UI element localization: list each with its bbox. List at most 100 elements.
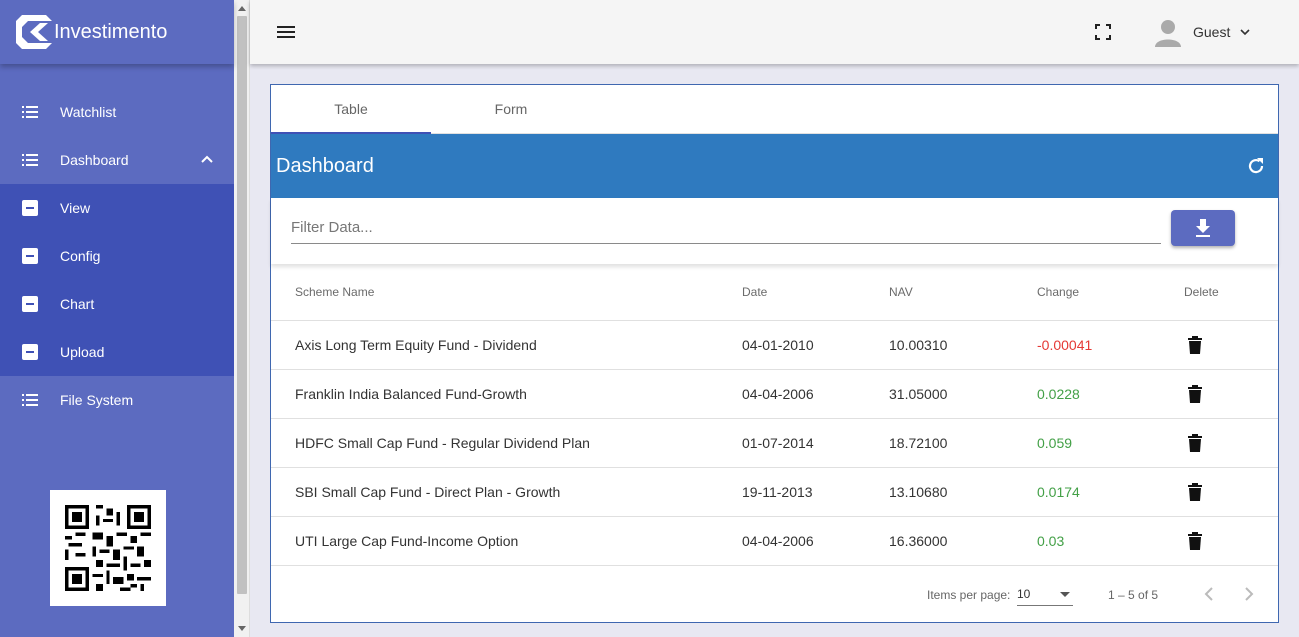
topbar: Guest xyxy=(250,0,1299,64)
fullscreen-icon[interactable] xyxy=(1095,24,1111,40)
column-header-delete: Delete xyxy=(1184,264,1278,321)
download-icon xyxy=(1196,219,1210,237)
cell-scheme-name: HDFC Small Cap Fund - Regular Dividend P… xyxy=(271,418,742,468)
brand[interactable]: Investimento xyxy=(0,0,234,64)
column-header-nav[interactable]: NAV xyxy=(889,264,1037,321)
user-name: Guest xyxy=(1193,24,1231,40)
dashboard-card: Table Form Dashboard Scheme Name Date NA… xyxy=(270,84,1279,623)
scroll-down-arrow[interactable] xyxy=(238,626,246,631)
cell-scheme-name: SBI Small Cap Fund - Direct Plan - Growt… xyxy=(271,467,742,517)
cell-scheme-name: Franklin India Balanced Fund-Growth xyxy=(271,369,742,419)
chevron-left-icon[interactable] xyxy=(1203,586,1215,602)
list-icon xyxy=(22,394,40,406)
trash-icon[interactable] xyxy=(1188,335,1202,354)
column-header-scheme-name[interactable]: Scheme Name xyxy=(271,264,742,321)
list-icon xyxy=(22,106,40,118)
cell-change: 0.0228 xyxy=(1037,369,1184,419)
logo-icon xyxy=(16,15,52,49)
table-header-row: Scheme Name Date NAV Change Delete xyxy=(271,264,1278,321)
sidebar-item-label: Config xyxy=(60,248,101,264)
sidebar-scrollbar[interactable] xyxy=(234,0,250,637)
cell-nav: 16.36000 xyxy=(889,516,1037,566)
sidebar-item-chart[interactable]: Chart xyxy=(0,280,234,328)
cell-date: 01-07-2014 xyxy=(742,418,889,468)
table-row: HDFC Small Cap Fund - Regular Dividend P… xyxy=(271,418,1278,468)
sidebar: Investimento Watchlist Dashboard View Co… xyxy=(0,0,234,637)
cell-change: 0.0174 xyxy=(1037,467,1184,517)
cell-date: 19-11-2013 xyxy=(742,467,889,517)
page-size-select[interactable]: 10 xyxy=(1017,586,1073,606)
table-row: UTI Large Cap Fund-Income Option 04-04-2… xyxy=(271,516,1278,566)
sidebar-item-label: Watchlist xyxy=(60,104,117,120)
cell-change: 0.03 xyxy=(1037,516,1184,566)
cell-nav: 31.05000 xyxy=(889,369,1037,419)
tab-table[interactable]: Table xyxy=(271,85,431,134)
minus-box-icon xyxy=(22,200,40,216)
dashboard-submenu: View Config Chart Upload xyxy=(0,184,234,376)
trash-icon[interactable] xyxy=(1188,384,1202,403)
minus-box-icon xyxy=(22,296,40,312)
sidebar-item-watchlist[interactable]: Watchlist xyxy=(0,88,234,136)
cell-change: 0.059 xyxy=(1037,418,1184,468)
scroll-thumb[interactable] xyxy=(237,16,247,594)
cell-change: -0.00041 xyxy=(1037,320,1184,370)
minus-box-icon xyxy=(22,248,40,264)
cell-date: 04-04-2006 xyxy=(742,516,889,566)
avatar-icon xyxy=(1155,20,1181,47)
minus-box-icon xyxy=(22,344,40,360)
table-row: Franklin India Balanced Fund-Growth 04-0… xyxy=(271,369,1278,419)
page-size-value: 10 xyxy=(1017,587,1031,601)
qr-code xyxy=(50,490,166,606)
filter-row xyxy=(271,198,1278,264)
table-row: SBI Small Cap Fund - Direct Plan - Growt… xyxy=(271,467,1278,517)
sidebar-item-label: Dashboard xyxy=(60,152,129,168)
cell-delete xyxy=(1184,320,1278,370)
items-per-page-label: Items per page: xyxy=(927,588,1011,602)
scroll-up-arrow[interactable] xyxy=(238,6,246,11)
sidebar-item-config[interactable]: Config xyxy=(0,232,234,280)
chevron-up-icon[interactable] xyxy=(200,152,214,166)
column-header-change[interactable]: Change xyxy=(1037,264,1184,321)
sidebar-item-view[interactable]: View xyxy=(0,184,234,232)
cell-nav: 13.10680 xyxy=(889,467,1037,517)
sidebar-item-label: File System xyxy=(60,392,134,408)
cell-delete xyxy=(1184,467,1278,517)
tab-bar: Table Form xyxy=(271,85,1278,134)
cell-nav: 18.72100 xyxy=(889,418,1037,468)
trash-icon[interactable] xyxy=(1188,531,1202,550)
cell-date: 04-04-2006 xyxy=(742,369,889,419)
page-range-label: 1 – 5 of 5 xyxy=(1108,588,1159,602)
dashboard-header: Dashboard xyxy=(271,134,1278,198)
sidebar-item-label: View xyxy=(60,200,91,216)
cell-delete xyxy=(1184,516,1278,566)
cell-delete xyxy=(1184,418,1278,468)
table-row: Axis Long Term Equity Fund - Dividend 04… xyxy=(271,320,1278,370)
column-header-date[interactable]: Date xyxy=(742,264,889,321)
page-title: Dashboard xyxy=(276,154,374,177)
cell-scheme-name: UTI Large Cap Fund-Income Option xyxy=(271,516,742,566)
list-icon xyxy=(22,154,40,166)
dropdown-caret-icon xyxy=(1060,592,1070,597)
chevron-down-icon xyxy=(1240,29,1250,36)
sidebar-item-upload[interactable]: Upload xyxy=(0,328,234,376)
chevron-right-icon[interactable] xyxy=(1243,586,1255,602)
brand-name: Investimento xyxy=(54,20,168,43)
user-menu[interactable]: Guest xyxy=(1153,16,1250,48)
cell-nav: 10.00310 xyxy=(889,320,1037,370)
trash-icon[interactable] xyxy=(1188,433,1202,452)
sidebar-item-file-system[interactable]: File System xyxy=(0,376,234,424)
trash-icon[interactable] xyxy=(1188,482,1202,501)
filter-input[interactable] xyxy=(291,212,1161,244)
sidebar-item-label: Chart xyxy=(60,296,95,312)
cell-date: 04-01-2010 xyxy=(742,320,889,370)
cell-delete xyxy=(1184,369,1278,419)
cell-scheme-name: Axis Long Term Equity Fund - Dividend xyxy=(271,320,742,370)
tab-form[interactable]: Form xyxy=(431,85,591,133)
sidebar-nav: Watchlist Dashboard View Config Chart Up… xyxy=(0,88,234,424)
sidebar-item-label: Upload xyxy=(60,344,105,360)
download-button[interactable] xyxy=(1171,210,1235,246)
refresh-icon[interactable] xyxy=(1246,156,1266,176)
sidebar-item-dashboard[interactable]: Dashboard xyxy=(0,136,234,184)
paginator: Items per page: 10 1 – 5 of 5 xyxy=(271,566,1278,622)
menu-icon[interactable] xyxy=(276,22,296,42)
